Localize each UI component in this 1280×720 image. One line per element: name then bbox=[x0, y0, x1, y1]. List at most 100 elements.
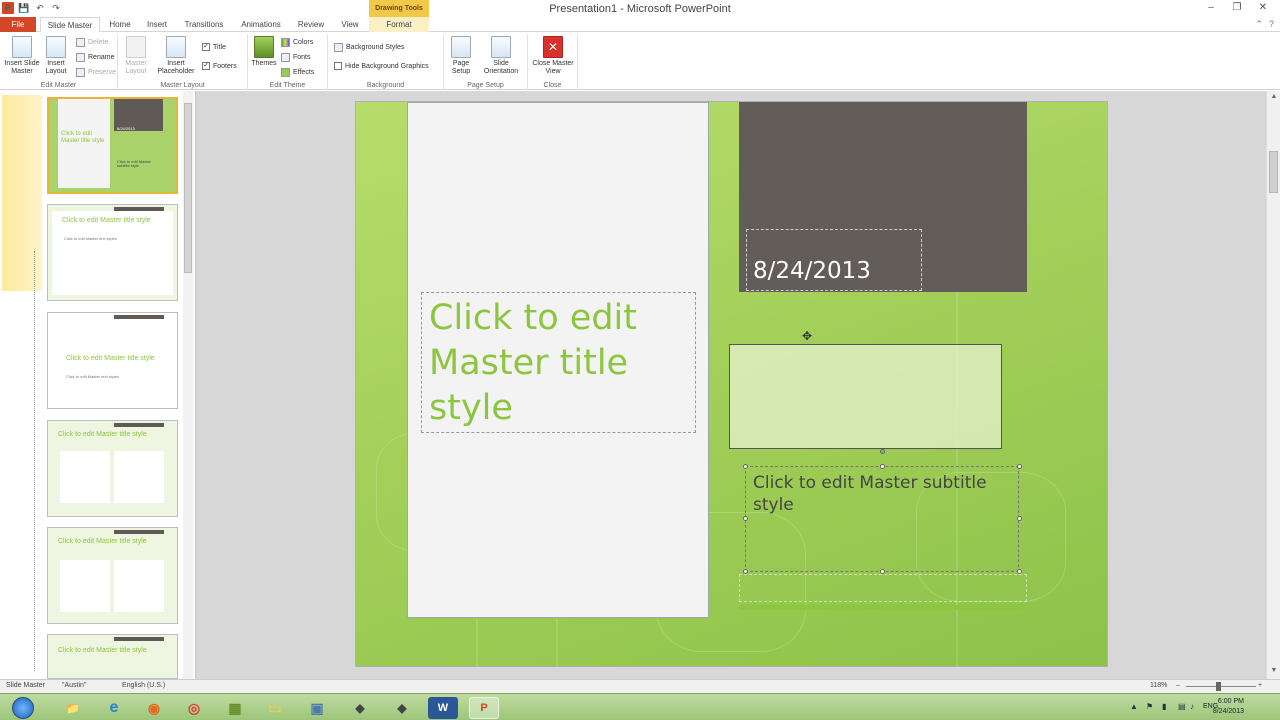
thumb-content-right bbox=[114, 451, 164, 503]
tray-volume-icon[interactable]: ♪ bbox=[1190, 702, 1194, 711]
tab-insert[interactable]: Insert bbox=[140, 17, 174, 32]
zoom-slider[interactable] bbox=[1186, 686, 1256, 687]
slide-orientation-button[interactable]: Slide Orientation bbox=[478, 36, 524, 76]
slide-thumbnail-panel[interactable]: Click to edit Master title style 8/24/20… bbox=[0, 91, 196, 679]
slide-orientation-label: Slide Orientation bbox=[483, 60, 519, 75]
taskbar-app-icon[interactable]: ◆ bbox=[345, 697, 375, 719]
footers-check-icon: ✓ bbox=[202, 62, 210, 70]
scroll-up-icon[interactable]: ▲ bbox=[1267, 93, 1280, 100]
tab-home[interactable]: Home bbox=[104, 17, 136, 32]
rotation-handle[interactable] bbox=[880, 449, 885, 454]
insert-layout-button[interactable]: Insert Layout bbox=[38, 36, 74, 76]
master-layout-button[interactable]: Master Layout bbox=[118, 36, 154, 76]
effects-button[interactable]: Effects bbox=[281, 68, 314, 77]
taskbar-app-icon[interactable]: ▦ bbox=[220, 697, 250, 719]
taskbar-app-icon[interactable]: ▭ bbox=[260, 697, 290, 719]
tray-battery-icon[interactable]: ▮ bbox=[1162, 702, 1166, 711]
group-page-setup: Page Setup Slide Orientation Page Setup bbox=[444, 34, 528, 90]
footers-checkbox-label: Footers bbox=[213, 62, 237, 70]
scrollbar-thumb[interactable] bbox=[1269, 151, 1278, 193]
tray-network-icon[interactable]: ▲ bbox=[1130, 702, 1138, 711]
footer-placeholders[interactable] bbox=[739, 574, 1027, 602]
tray-signal-icon[interactable]: ▤ bbox=[1178, 702, 1186, 711]
zoom-out-button[interactable]: – bbox=[1176, 682, 1180, 689]
scroll-down-icon[interactable]: ▼ bbox=[1267, 667, 1280, 674]
close-master-view-label: Close Master View bbox=[532, 60, 574, 75]
resize-handle-top[interactable] bbox=[880, 464, 885, 469]
resize-handle-right[interactable] bbox=[1017, 516, 1022, 521]
resize-handle-top-left[interactable] bbox=[743, 464, 748, 469]
close-master-view-icon: ✕ bbox=[543, 36, 563, 58]
thumbnail-layout-6[interactable]: Click to edit Master title style bbox=[47, 634, 178, 679]
thumbnail-layout-4[interactable]: Click to edit Master title style bbox=[47, 420, 178, 517]
date-text: 8/24/2013 bbox=[753, 258, 871, 284]
thumbnail-scrollbar-thumb[interactable] bbox=[184, 103, 192, 273]
master-subtitle-text: Click to edit Master subtitle style bbox=[753, 473, 987, 515]
tray-clock[interactable]: 6:00 PM 8/24/2013 bbox=[1213, 697, 1244, 717]
minimize-ribbon-icon[interactable]: ⌃ bbox=[1255, 19, 1263, 30]
tray-flag-icon[interactable]: ⚑ bbox=[1146, 702, 1153, 711]
group-master-layout: Master Layout Insert Placeholder ✓ Title … bbox=[118, 34, 248, 90]
slide-vertical-scrollbar[interactable]: ▲ ▼ bbox=[1266, 91, 1280, 679]
taskbar-app-icon[interactable]: ▣ bbox=[302, 697, 332, 719]
thumbnail-layout-5[interactable]: Click to edit Master title style bbox=[47, 527, 178, 624]
taskbar-powerpoint-icon[interactable]: P bbox=[469, 697, 499, 719]
tab-file[interactable]: File bbox=[0, 17, 36, 32]
taskbar-app-icon[interactable]: ◆ bbox=[387, 697, 417, 719]
light-rectangle-shape[interactable] bbox=[729, 344, 1002, 449]
fonts-button[interactable]: Fonts bbox=[281, 53, 311, 62]
zoom-slider-knob[interactable] bbox=[1216, 682, 1221, 691]
tab-slide-master[interactable]: Slide Master bbox=[40, 17, 100, 32]
taskbar-chrome-icon[interactable]: ◎ bbox=[179, 697, 209, 719]
zoom-level[interactable]: 118% bbox=[1150, 682, 1167, 689]
thumbnail-scrollbar[interactable] bbox=[183, 91, 193, 679]
taskbar-word-icon[interactable]: W bbox=[428, 697, 458, 719]
page-setup-button[interactable]: Page Setup bbox=[444, 36, 478, 76]
tab-animations[interactable]: Animations bbox=[236, 17, 286, 32]
tab-review[interactable]: Review bbox=[292, 17, 330, 32]
slide-master-canvas[interactable]: 8/24/2013 Click to edit Master title sty… bbox=[355, 101, 1108, 667]
thumb-dark-bar bbox=[114, 315, 164, 319]
thumb-title: Click to edit Master title style bbox=[58, 431, 147, 438]
thumbnail-layout-2[interactable]: Click to edit Master title style Click t… bbox=[47, 204, 178, 301]
thumbnail-layout-3[interactable]: Click to edit Master title style Click t… bbox=[47, 312, 178, 409]
start-button-icon[interactable] bbox=[12, 697, 34, 719]
thumb-body: Click to edit Master text styles bbox=[66, 374, 119, 379]
delete-button[interactable]: Delete bbox=[76, 38, 108, 47]
help-icon[interactable]: ? bbox=[1269, 19, 1274, 30]
tab-format[interactable]: Format bbox=[369, 17, 429, 32]
master-layout-label: Master Layout bbox=[125, 60, 147, 75]
insert-slide-master-button[interactable]: Insert Slide Master bbox=[2, 36, 42, 76]
resize-handle-top-right[interactable] bbox=[1017, 464, 1022, 469]
restore-button[interactable]: ❐ bbox=[1224, 0, 1250, 16]
layout-connector-line bbox=[34, 251, 35, 671]
zoom-in-button[interactable]: + bbox=[1258, 682, 1262, 689]
taskbar-ie-icon[interactable]: e bbox=[99, 697, 129, 719]
thumb-title: Click to edit Master title style bbox=[58, 647, 147, 654]
windows-taskbar: 📁 e ◉ ◎ ▦ ▭ ▣ ◆ ◆ W P ▲ ⚑ ▮ ▤ ♪ ENG 6:00… bbox=[0, 693, 1280, 720]
status-language[interactable]: English (U.S.) bbox=[122, 682, 165, 689]
group-label-close: Close bbox=[543, 82, 562, 89]
close-window-button[interactable]: ✕ bbox=[1250, 0, 1276, 16]
insert-placeholder-button[interactable]: Insert Placeholder bbox=[154, 36, 198, 76]
resize-handle-left[interactable] bbox=[743, 516, 748, 521]
thumbnail-master-title-layout[interactable]: Click to edit Master title style 8/24/20… bbox=[47, 97, 178, 194]
colors-button[interactable]: Colors bbox=[281, 38, 313, 47]
preserve-button[interactable]: Preserve bbox=[76, 68, 116, 77]
taskbar-explorer-icon[interactable]: 📁 bbox=[58, 697, 88, 719]
title-checkbox[interactable]: ✓ Title bbox=[202, 43, 226, 51]
close-master-view-button[interactable]: ✕ Close Master View bbox=[530, 36, 576, 76]
taskbar-firefox-icon[interactable]: ◉ bbox=[139, 697, 169, 719]
thumb-dark-bar bbox=[114, 423, 164, 427]
tab-transitions[interactable]: Transitions bbox=[180, 17, 228, 32]
hide-background-graphics-checkbox[interactable]: Hide Background Graphics bbox=[334, 62, 429, 70]
footers-checkbox[interactable]: ✓ Footers bbox=[202, 62, 237, 70]
master-layout-icon bbox=[126, 36, 146, 58]
background-styles-button[interactable]: Background Styles bbox=[334, 43, 404, 52]
minimize-button[interactable]: – bbox=[1198, 0, 1224, 16]
themes-button[interactable]: Themes bbox=[248, 36, 280, 68]
group-label-edit-theme: Edit Theme bbox=[269, 82, 306, 89]
themes-icon bbox=[254, 36, 274, 58]
rename-button[interactable]: Rename bbox=[76, 53, 114, 62]
tab-view[interactable]: View bbox=[336, 17, 364, 32]
